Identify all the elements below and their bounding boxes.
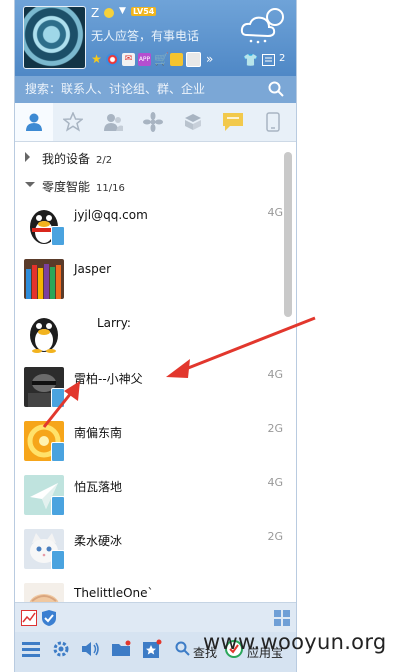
annotation-arrows (42, 316, 316, 428)
watermark: www.wooyun.org (203, 630, 387, 654)
annotation-arrowhead-main (166, 359, 190, 378)
annotation-arrow-main (177, 316, 316, 374)
